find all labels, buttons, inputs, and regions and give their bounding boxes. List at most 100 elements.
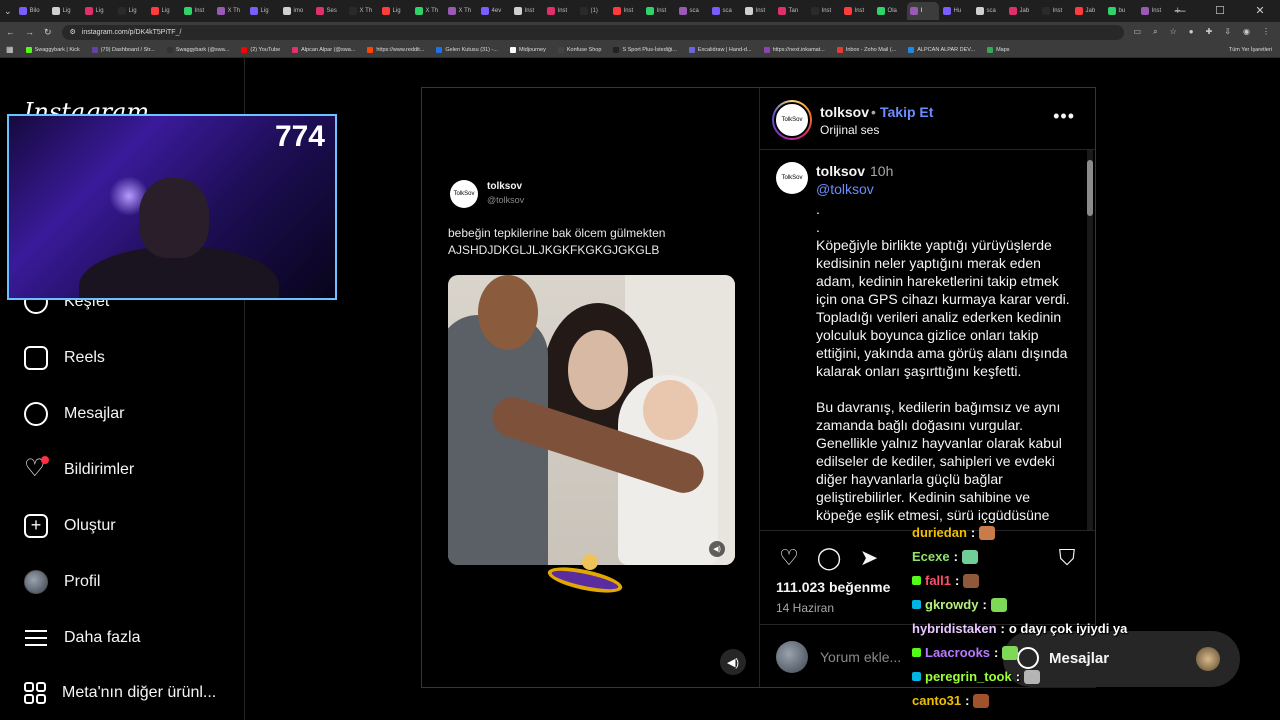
browser-tab[interactable]: Lig [115,2,147,20]
browser-tab[interactable]: Inst [643,2,675,20]
browser-tab[interactable]: imo [280,2,312,20]
browser-tab[interactable]: bu [1105,2,1137,20]
browser-tab[interactable]: Lig [379,2,411,20]
cast-icon[interactable]: ▭ [1134,27,1142,37]
header-username[interactable]: tolksov [820,104,869,120]
browser-tab[interactable]: Inst [610,2,642,20]
sidebar-item-profile[interactable]: Profil [24,570,100,594]
browser-tab[interactable]: Inst [511,2,543,20]
browser-tab[interactable]: (1) [577,2,609,20]
bookmark-item[interactable]: Alpcan Alpar (@swa... [292,46,355,53]
follow-button[interactable]: Takip Et [880,104,933,120]
close-window-icon[interactable]: ✕ [1240,0,1280,22]
bookmark-item[interactable]: https://www.reddit... [367,46,424,53]
browser-tab[interactable]: 4ev [478,2,510,20]
browser-tab[interactable]: Inst [841,2,873,20]
maximize-icon[interactable]: ☐ [1200,0,1240,22]
post-media[interactable]: TolkSov tolksov @tolksov bebeğin tepkile… [422,88,760,687]
bookmark-item[interactable]: Maps [987,46,1010,53]
url-field[interactable]: ⚙ instagram.com/p/DK4kT5PiTF_/ [61,24,1124,40]
browser-tab[interactable]: Lig [49,2,81,20]
forward-icon[interactable]: → [25,27,34,37]
browser-tab[interactable]: Inst [808,2,840,20]
browser-tab[interactable]: Jab [1072,2,1104,20]
chat-username[interactable]: hybridistaken [912,621,997,636]
chat-username[interactable]: fall1 [925,573,951,588]
caption-username[interactable]: tolksov [816,163,865,179]
bookmark-item[interactable]: (2) YouTube [241,46,280,53]
bookmark-item[interactable]: https://next.inkamat... [763,46,825,53]
reload-icon[interactable]: ↻ [44,27,52,38]
profile-icon[interactable]: ◉ [1243,27,1250,37]
browser-tab[interactable]: Inst [1039,2,1071,20]
more-options-icon[interactable]: ••• [1053,106,1075,127]
browser-tab[interactable]: Inst [181,2,213,20]
browser-tab[interactable]: Jab [1006,2,1038,20]
download-icon[interactable]: ⇩ [1224,27,1231,37]
chat-username[interactable]: Ecexe [912,549,950,564]
browser-tab[interactable]: Bilo [16,2,48,20]
sound-toggle-icon[interactable]: ◀) [720,649,746,675]
bookmark-item[interactable]: Swaggybark (@swa... [166,46,229,53]
sidebar-item-meta-apps[interactable]: Meta'nın diğer ürünl... [24,682,216,704]
browser-tab[interactable]: I [906,2,939,20]
zoom-icon[interactable]: ⌕ [1153,27,1157,37]
browser-tab[interactable]: X Th [346,2,378,20]
browser-tab[interactable]: Ola [874,2,906,20]
browser-tab[interactable]: Tan [775,2,807,20]
browser-tab[interactable]: Lig [148,2,180,20]
caption-mention[interactable]: @tolksov [816,181,874,197]
browser-tab[interactable]: Hu [940,2,972,20]
chat-username[interactable]: Laacrooks [925,645,990,660]
bookmark-item[interactable]: ALPCAN ALPAR DEV... [908,46,975,53]
browser-tab[interactable]: sca [676,2,708,20]
like-count[interactable]: 111.023 beğenme [776,579,890,595]
browser-tab[interactable]: X Th [214,2,246,20]
sidebar-item-create[interactable]: + Oluştur [24,514,116,538]
chat-username[interactable]: peregrin_took [925,669,1012,684]
browser-tab[interactable]: Inst [742,2,774,20]
browser-tab[interactable]: Lig [247,2,279,20]
share-icon[interactable]: ➤ [856,545,882,571]
audio-label[interactable]: Orijinal ses [820,123,879,137]
bookmark-item[interactable]: (79) Dashboard / Str... [91,46,155,53]
sidebar-item-notifications[interactable]: ♡ Bildirimler [24,456,134,482]
bookmark-item[interactable]: Swaggybark | Kick [25,46,80,53]
chat-username[interactable]: duriedan [912,525,967,540]
bookmark-item[interactable]: Midjourney [509,46,546,53]
like-heart-icon[interactable]: ♡ [776,545,802,571]
minimize-icon[interactable]: — [1160,0,1200,22]
sidebar-item-reels[interactable]: Reels [24,346,105,370]
sidebar-item-messages[interactable]: Mesajlar [24,402,124,426]
bookmark-item[interactable]: S Sport Plus-İstediği... [613,46,677,53]
sidebar-item-more[interactable]: Daha fazla [24,626,141,650]
tab-search-icon[interactable]: ⌄ [4,6,12,17]
back-icon[interactable]: ← [6,27,15,37]
browser-tab[interactable]: X Th [412,2,444,20]
apps-grid-icon[interactable]: ▦ [6,45,14,54]
video-frame[interactable]: ◀) [448,275,735,565]
bookmark-item[interactable]: Excalidraw | Hand-d... [688,46,752,53]
bookmark-item[interactable]: Konfuse Shop [557,46,601,53]
caption-area[interactable]: TolkSov tolksov 10h @tolksov . . Köpeğiy… [760,150,1095,530]
browser-menu-icon[interactable]: ⋮ [1262,27,1270,37]
browser-tab[interactable]: sca [709,2,741,20]
video-mute-icon[interactable]: ◀) [709,541,725,557]
bookmark-item[interactable]: Gelen Kutusu (31) -... [436,46,498,53]
comment-input[interactable]: Yorum ekle... [820,649,901,665]
comment-icon[interactable]: ◯ [816,545,842,571]
chat-username[interactable]: gkrowdy [925,597,978,612]
bookmark-star-icon[interactable]: ☆ [1170,27,1177,37]
browser-tab[interactable]: sca [973,2,1005,20]
browser-tab[interactable]: Inst [544,2,576,20]
extension-icon[interactable]: ● [1189,27,1194,37]
extensions-puzzle-icon[interactable]: ✚ [1206,27,1213,37]
browser-tab[interactable]: X Th [445,2,477,20]
site-info-icon[interactable]: ⚙ [70,28,76,36]
caption-avatar[interactable]: TolkSov [776,162,808,194]
browser-tab[interactable]: Lig [82,2,114,20]
story-ring[interactable]: TolkSov [772,100,812,140]
bookmark-item[interactable]: Inbox - Zoho Mail (... [836,46,896,53]
chat-username[interactable]: canto31 [912,693,961,708]
browser-tab[interactable]: Ses [313,2,345,20]
